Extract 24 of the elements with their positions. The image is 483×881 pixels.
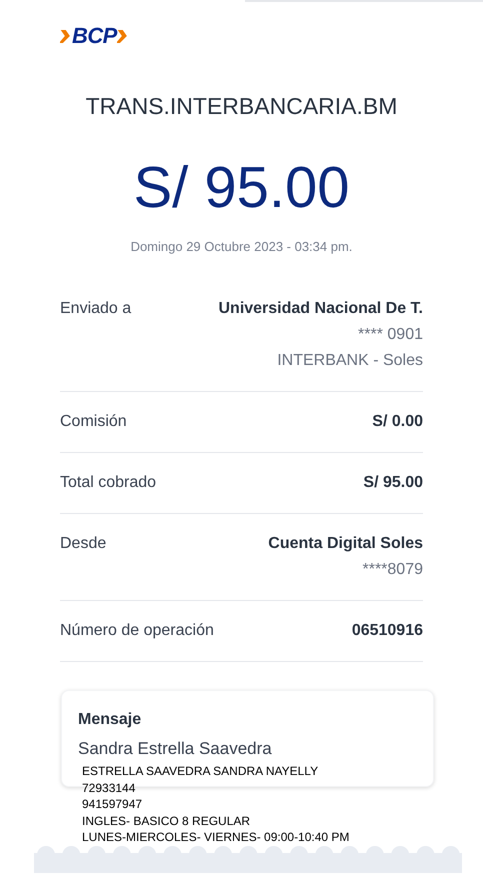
- note-line: INGLES- BASICO 8 REGULAR: [82, 812, 252, 829]
- transaction-date: Domingo 29 Octubre 2023 - 03:34 pm.: [130, 238, 354, 256]
- detail-label: Comisión: [60, 412, 127, 432]
- bcp-logo: BCP: [60, 24, 483, 48]
- transaction-title: TRANS.INTERBANCARIA.BM: [84, 92, 398, 121]
- note-line: ESTRELLA SAAVEDRA SANDRA NAYELLY: [82, 763, 320, 780]
- detail-label: Total cobrado: [60, 473, 156, 493]
- note-line: LUNES-MIERCOLES- VIERNES- 09:00-10:40 PM: [82, 829, 350, 846]
- message-text: Sandra Estrella Saavedra: [78, 738, 273, 760]
- detail-value: **** 0901: [358, 325, 423, 345]
- detail-value: Universidad Nacional De T.: [218, 299, 423, 319]
- detail-label: Enviado a: [60, 299, 132, 319]
- detail-value: ****8079: [362, 560, 423, 580]
- detail-value: S/ 0.00: [372, 412, 423, 432]
- detail-label: Desde: [60, 534, 106, 554]
- note-line: 941597947: [82, 796, 144, 812]
- detail-value: INTERBANK - Soles: [277, 351, 423, 371]
- detail-value: 06510916: [352, 621, 423, 641]
- detail-value: Cuenta Digital Soles: [268, 534, 423, 554]
- detail-value: S/ 95.00: [363, 473, 423, 493]
- amount: S/ 95.00: [132, 156, 351, 220]
- note-line: 72933144: [82, 780, 136, 796]
- detail-label: Número de operación: [60, 621, 214, 641]
- message-heading: Mensaje: [78, 710, 142, 730]
